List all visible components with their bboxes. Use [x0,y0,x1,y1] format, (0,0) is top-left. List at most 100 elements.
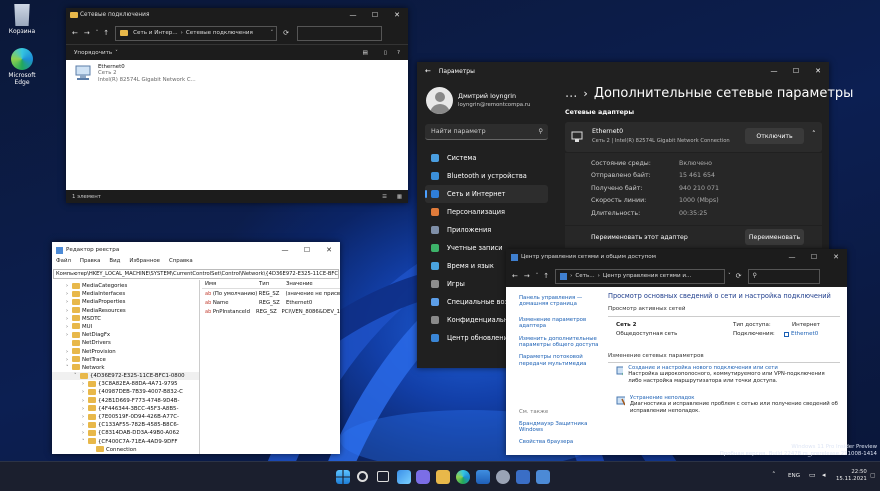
chevron-down-icon[interactable]: ˅ [96,30,99,36]
column-header[interactable]: Тип [259,281,286,287]
settings-search-input[interactable]: Найти параметр ⚲ [425,124,548,140]
nav-item-selected[interactable]: Сеть и Интернет [425,185,548,203]
tree-node[interactable]: › MediaProperties [52,298,199,306]
chevron-up-icon[interactable]: ˄ [812,130,816,138]
see-also-browser[interactable]: Свойства браузера [519,439,602,445]
tree-node[interactable]: › NetTrace [52,356,199,364]
tree-node[interactable]: › MediaInterfaces [52,290,199,298]
maximize-button[interactable]: ☐ [785,64,807,78]
minimize-button[interactable]: — [342,8,364,22]
network-adapter-item[interactable]: Ethernet0 Сеть 2 Intel(R) 82574L Gigabit… [74,64,196,83]
value-row[interactable]: ab Name REG_SZ Ethernet0 [202,298,340,307]
task-view-icon[interactable] [377,471,389,482]
maximize-button[interactable]: ☐ [803,250,825,264]
regedit-titlebar[interactable]: Редактор реестра — ☐ ✕ [52,242,340,258]
network-tray-icon[interactable]: ▭ [809,471,816,479]
menu-view[interactable]: Вид [109,258,120,268]
tree-node[interactable]: › {4F446344-3BCC-45F3-A8B5- [52,405,199,413]
network-center-taskbar-icon[interactable] [516,470,530,484]
tree-node[interactable]: › MediaResources [52,307,199,315]
tree-node[interactable]: › {C8314DAB-DD3A-49B0-A062 [52,429,199,437]
nav-item[interactable]: Система [425,149,548,167]
pane-icon[interactable]: ▯ [384,50,387,56]
desktop-icon-recycle-bin[interactable]: Корзина [2,4,42,35]
minimize-button[interactable]: — [763,64,785,78]
tree-node[interactable]: › NetDiagFx [52,331,199,339]
network-center-titlebar[interactable]: Центр управления сетями и общим доступом… [506,249,847,265]
search-icon[interactable] [357,471,368,482]
chevron-down-icon[interactable]: ˅ [271,30,274,36]
maximize-button[interactable]: ☐ [296,243,318,257]
tree-node[interactable]: › {3C8A82EA-88DA-4A71-9795 [52,380,199,388]
regedit-address[interactable]: Компьютер\HKEY_LOCAL_MACHINE\SYSTEM\Curr… [53,269,339,279]
organize-button[interactable]: Упорядочить [74,50,112,56]
address-field[interactable]: Сеть и Интер... › Сетевые подключения ˅ [115,25,278,41]
tree-node[interactable]: › NetProvision [52,348,199,356]
column-header[interactable]: Значение [286,281,313,287]
up-icon[interactable]: ↑ [543,272,549,280]
back-icon[interactable]: ← [72,29,78,37]
user-avatar[interactable] [426,87,453,114]
help-icon[interactable]: ? [397,50,400,56]
column-header[interactable]: Имя [205,281,259,287]
nav-item[interactable]: Персонализация [425,203,548,221]
minimize-button[interactable]: — [274,243,296,257]
settings-taskbar-icon[interactable] [496,470,510,484]
sidebar-link-adapter[interactable]: Изменение параметров адаптера [519,317,602,330]
back-icon[interactable]: ← [425,67,431,75]
address-field[interactable]: › Сеть... › Центр управления сетями и... [555,268,726,284]
nav-item[interactable]: Bluetooth и устройства [425,167,548,185]
maximize-button[interactable]: ☐ [364,8,386,22]
tree-node[interactable]: Connection [52,446,199,454]
connection-link[interactable]: Ethernet0 [784,331,818,337]
task-new-connection[interactable]: Создание и настройка нового подключения … [616,365,838,384]
see-also-firewall[interactable]: Брандмауэр Защитника Windows [519,421,602,434]
tree-node[interactable]: NetDrivers [52,339,199,347]
up-icon[interactable]: ↑ [103,29,109,37]
clock[interactable]: 22:50 15.11.2021 [836,469,867,483]
desktop-icon-edge[interactable]: Microsoft Edge [2,48,42,86]
tree-node[interactable]: › {7E00519F-0D94-426B-A77C- [52,413,199,421]
nav-item[interactable]: Приложения [425,221,548,239]
file-explorer-icon[interactable] [436,470,450,484]
search-input[interactable] [297,25,382,41]
tray-chevron-icon[interactable]: ˄ [772,471,776,479]
menu-favorites[interactable]: Избранное [129,258,160,268]
breadcrumb-item[interactable]: Центр управления сетями и... [603,273,691,279]
breadcrumb-item[interactable]: Сетевые подключения [186,30,253,36]
view-icon[interactable]: ▤ [363,50,368,56]
close-button[interactable]: ✕ [318,243,340,257]
rename-button[interactable]: Переименовать [745,229,804,245]
tree-node[interactable]: ˅ {4D36E972-E325-11CE-BFC1-0800 [52,372,199,381]
tree-node[interactable]: › MUI [52,323,199,331]
menu-file[interactable]: Файл [56,258,71,268]
language-indicator[interactable]: ENG [788,473,800,479]
forward-icon[interactable]: → [524,272,530,280]
breadcrumb-item[interactable]: Сеть и Интер... [133,30,178,36]
sidebar-link-streaming[interactable]: Параметры потоковой передачи мультимедиа [519,354,602,367]
refresh-icon[interactable]: ⟳ [283,29,289,37]
sidebar-link-home[interactable]: Панель управления — домашняя страница [519,295,602,308]
details-view-icon[interactable]: ☰ [382,194,387,200]
settings-titlebar[interactable]: ← Параметры — ☐ ✕ [417,62,829,80]
explorer-titlebar[interactable]: Сетевые подключения — ☐ ✕ [66,8,408,22]
close-button[interactable]: ✕ [825,250,847,264]
task-troubleshoot[interactable]: Устранение неполадок Диагностика и испра… [616,395,838,414]
forward-icon[interactable]: → [84,29,90,37]
tree-node[interactable]: ˅ {CF400C7A-71EA-4AD9-9DFF [52,438,199,446]
notifications-icon[interactable]: ▢ [870,472,876,479]
close-button[interactable]: ✕ [807,64,829,78]
start-icon[interactable] [336,470,350,484]
search-input[interactable]: ⚲ [747,268,820,284]
tree-node[interactable]: ˅ Network [52,364,199,372]
value-row[interactable]: ab PnPInstanceId REG_SZ PCI\VEN_8086&DEV… [202,307,340,316]
widgets-icon[interactable] [397,470,411,484]
tree-node[interactable]: › {C133AF55-782B-4585-B8C6- [52,421,199,429]
tree-node[interactable]: › MSDTC [52,315,199,323]
chevron-down-icon[interactable]: ˅ [728,273,731,279]
menu-edit[interactable]: Правка [80,258,101,268]
close-button[interactable]: ✕ [386,8,408,22]
back-icon[interactable]: ← [512,272,518,280]
minimize-button[interactable]: — [781,250,803,264]
breadcrumb-parent[interactable]: ... [565,86,577,101]
